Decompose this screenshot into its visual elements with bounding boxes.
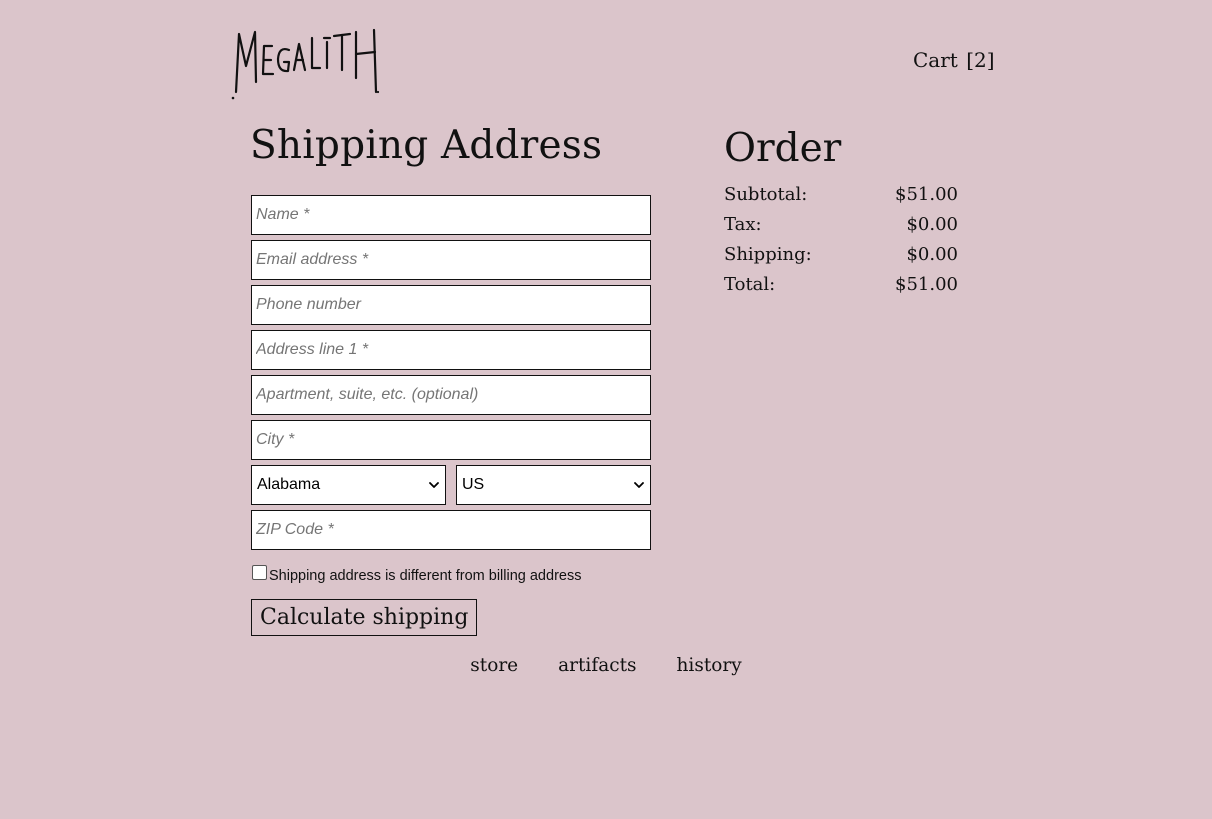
order-row-value: $51.00 (895, 274, 958, 295)
order-row-subtotal: Subtotal: $51.00 (724, 182, 958, 212)
email-input[interactable] (251, 240, 651, 280)
chevron-down-icon (634, 482, 644, 488)
calculate-shipping-button[interactable]: Calculate shipping (251, 599, 478, 636)
order-title: Order (724, 126, 842, 171)
footer-link-store[interactable]: store (470, 655, 518, 676)
order-row-value: $51.00 (895, 184, 958, 205)
name-input[interactable] (251, 195, 651, 235)
footer-link-history[interactable]: history (677, 655, 742, 676)
order-row-label: Subtotal: (724, 184, 808, 205)
country-select[interactable]: US (456, 465, 651, 505)
cart-link[interactable]: Cart [2] (913, 48, 995, 72)
city-input[interactable] (251, 420, 651, 460)
different-billing-label[interactable]: Shipping address is different from billi… (269, 568, 581, 584)
order-row-total: Total: $51.00 (724, 272, 958, 302)
footer-link-artifacts[interactable]: artifacts (558, 655, 636, 676)
order-row-value: $0.00 (906, 244, 958, 265)
megalith-logo[interactable] (228, 22, 384, 102)
order-summary: Subtotal: $51.00 Tax: $0.00 Shipping: $0… (724, 182, 958, 302)
state-select[interactable]: Alabama (251, 465, 446, 505)
logo-wordmark (231, 28, 380, 100)
country-select-value: US (462, 476, 485, 493)
cart-count: [2] (966, 48, 995, 72)
order-row-label: Shipping: (724, 244, 812, 265)
address-line-2-input[interactable] (251, 375, 651, 415)
state-select-value: Alabama (257, 476, 321, 493)
order-row-label: Tax: (724, 214, 762, 235)
zip-code-input[interactable] (251, 510, 651, 550)
phone-input[interactable] (251, 285, 651, 325)
order-row-shipping: Shipping: $0.00 (724, 242, 958, 272)
footer-nav: store artifacts history (0, 655, 1212, 676)
chevron-down-icon (429, 482, 439, 488)
address-line-1-input[interactable] (251, 330, 651, 370)
shipping-address-title: Shipping Address (250, 123, 603, 168)
different-billing-row: Shipping address is different from billi… (252, 565, 581, 584)
order-row-label: Total: (724, 274, 776, 295)
cart-label: Cart (913, 48, 958, 72)
order-row-value: $0.00 (906, 214, 958, 235)
different-billing-checkbox[interactable] (252, 565, 267, 580)
order-row-tax: Tax: $0.00 (724, 212, 958, 242)
